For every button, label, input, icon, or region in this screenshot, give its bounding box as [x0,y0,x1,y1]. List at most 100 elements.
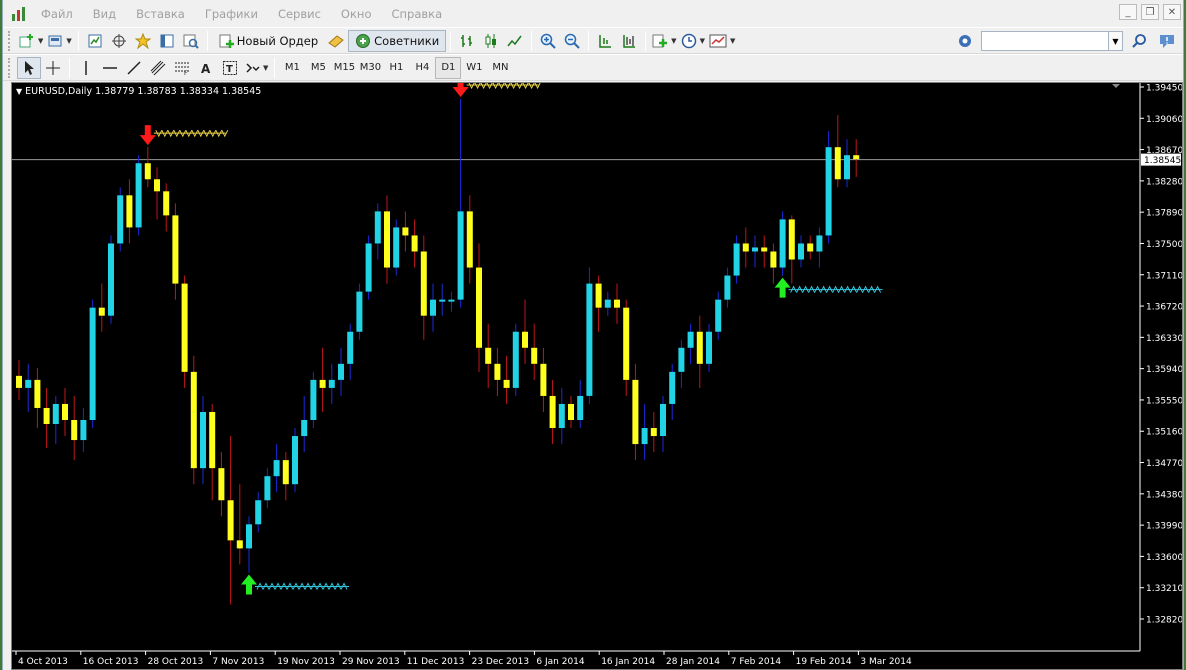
chevron-down-icon: ▼ [38,36,44,45]
candle-body [126,195,133,228]
meta-editor-button[interactable] [324,30,348,52]
text-button[interactable]: A [194,57,218,79]
arrows-button[interactable]: ▼ [242,57,270,79]
candle-body [779,219,786,268]
navigator-button[interactable] [131,30,155,52]
chevron-down-icon: ▼ [699,36,705,45]
terminal-button[interactable] [155,30,179,52]
candle-chart-button[interactable] [479,30,503,52]
text-label-button[interactable]: T [218,57,242,79]
fibonacci-icon: F [175,62,189,76]
experts-button[interactable]: Советники [348,29,447,52]
chevron-down-icon: ▼ [66,36,72,45]
menu-help[interactable]: Справка [381,7,452,21]
toolbar-separator [274,57,276,78]
market-watch-icon [88,34,102,47]
candle-body [292,436,298,485]
candle-body [540,363,547,396]
indicators-button[interactable]: ▼ [650,30,678,52]
chart-symbol-text: EURUSD,Daily 1.38779 1.38783 1.38334 1.3… [25,86,262,97]
search-dropdown-button[interactable]: ▼ [1109,31,1123,51]
toolbar-grip[interactable] [8,30,14,51]
candle-body [788,219,795,260]
timeframe-m30[interactable]: M30 [357,57,383,79]
new-order-button[interactable]: Новый Ордер [212,30,324,52]
menu-file[interactable]: Файл [31,7,83,21]
market-watch-button[interactable] [83,30,107,52]
candle-body [522,331,528,348]
candle-body [687,331,694,348]
price-axis-label: 1.36330 [1146,334,1182,344]
settings-button[interactable] [953,30,977,52]
candle-body [678,347,685,372]
strategy-tester-button[interactable] [179,30,203,52]
clock-icon [681,33,696,48]
new-chart-icon [19,33,33,47]
date-axis-label: 11 Dec 2013 [407,657,465,667]
caret-down-icon[interactable]: ▼ [16,87,22,96]
toolbar-separator [206,30,208,51]
menu-window[interactable]: Окно [331,7,382,21]
equidistant-channel-button[interactable] [146,57,170,79]
menu-insert[interactable]: Вставка [126,7,195,21]
timeframe-m5[interactable]: M5 [305,57,331,79]
fibonacci-button[interactable]: F [170,57,194,79]
candle-body [117,195,124,244]
chart-window[interactable]: 1.39450 1.39060 1.38670 1.38280 1.37890 1.375… [11,82,1183,670]
crosshair-button[interactable] [41,57,65,79]
timeframe-d1[interactable]: D1 [435,56,462,79]
zoom-out-button[interactable] [560,30,584,52]
candle-body [549,395,556,429]
chat-button[interactable] [1155,30,1179,52]
timeframe-mn[interactable]: MN [487,57,513,79]
minimize-icon: _ [1125,6,1131,18]
crosshair-icon [111,33,126,48]
date-axis-label: 28 Oct 2013 [148,657,204,667]
chart-shift-button[interactable] [617,30,641,52]
menu-view[interactable]: Вид [83,7,126,21]
toolbar-separator [450,30,452,51]
candle-body [402,227,409,236]
search-button[interactable] [1127,30,1151,52]
profiles-button[interactable]: ▼ [45,30,73,52]
restore-button[interactable]: ❐ [1141,4,1159,20]
periods-button[interactable]: ▼ [679,30,707,52]
timeframe-m1[interactable]: M1 [279,57,305,79]
mdi-window-controls: _ ❐ ✕ [1119,4,1181,20]
bar-chart-button[interactable] [455,30,479,52]
zoom-in-button[interactable] [536,30,560,52]
data-window-button[interactable] [107,30,131,52]
toolbar-grip[interactable] [8,57,14,78]
timeframe-h4[interactable]: H4 [409,57,435,79]
timeframe-m15[interactable]: M15 [331,57,357,79]
candle-body [807,243,814,252]
close-button[interactable]: ✕ [1163,4,1181,20]
trend-line-button[interactable] [122,57,146,79]
profiles-icon [48,35,62,46]
candle-body [761,247,768,252]
toolbar-separator [77,30,79,51]
terminal-window: Файл Вид Вставка Графики Сервис Окно Спр… [2,0,1184,670]
search-input[interactable] [981,31,1109,51]
candle-body [16,375,22,388]
date-axis-label: 23 Dec 2013 [472,657,529,667]
cursor-button[interactable] [17,56,41,79]
timeframe-h1[interactable]: H1 [383,57,409,79]
vertical-line-button[interactable] [74,57,98,79]
trend-line-icon [127,60,141,75]
templates-button[interactable]: ▼ [707,30,737,52]
auto-scroll-button[interactable] [593,30,617,52]
candle-body [816,235,823,252]
price-axis-label: 1.36720 [1146,303,1182,313]
menu-charts[interactable]: Графики [195,7,268,21]
candle-body [660,403,666,437]
price-chart[interactable]: 1.394501.390601.386701.382801.378901.375… [12,83,1182,669]
new-chart-button[interactable]: ▼ [17,30,45,52]
chart-symbol-info: ▼ EURUSD,Daily 1.38779 1.38783 1.38334 1.… [16,86,261,97]
menu-tools[interactable]: Сервис [268,7,331,21]
timeframe-w1[interactable]: W1 [461,57,487,79]
line-chart-button[interactable] [503,30,527,52]
app-icon[interactable] [9,5,31,23]
minimize-button[interactable]: _ [1119,4,1137,20]
horizontal-line-button[interactable] [98,57,122,79]
